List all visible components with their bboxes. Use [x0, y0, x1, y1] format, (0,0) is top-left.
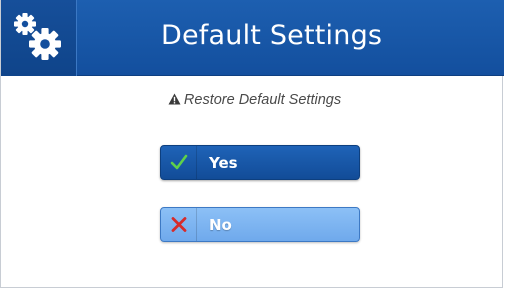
yes-button[interactable]: Yes [160, 145, 360, 180]
no-button[interactable]: No [160, 207, 360, 242]
restore-message: Restore Default Settings [1, 92, 507, 109]
header-bar: Default Settings [1, 0, 504, 76]
check-icon [161, 146, 197, 179]
settings-panel: Default Settings Restore Default Setting… [0, 0, 504, 288]
restore-message-text: Restore Default Settings [183, 92, 342, 108]
x-icon [161, 208, 197, 241]
gears-icon [14, 13, 61, 60]
page-title: Default Settings [161, 20, 383, 51]
no-button-label: No [209, 216, 232, 234]
warning-icon [168, 93, 181, 109]
yes-button-label: Yes [209, 154, 238, 172]
settings-icon-box [1, 0, 77, 76]
